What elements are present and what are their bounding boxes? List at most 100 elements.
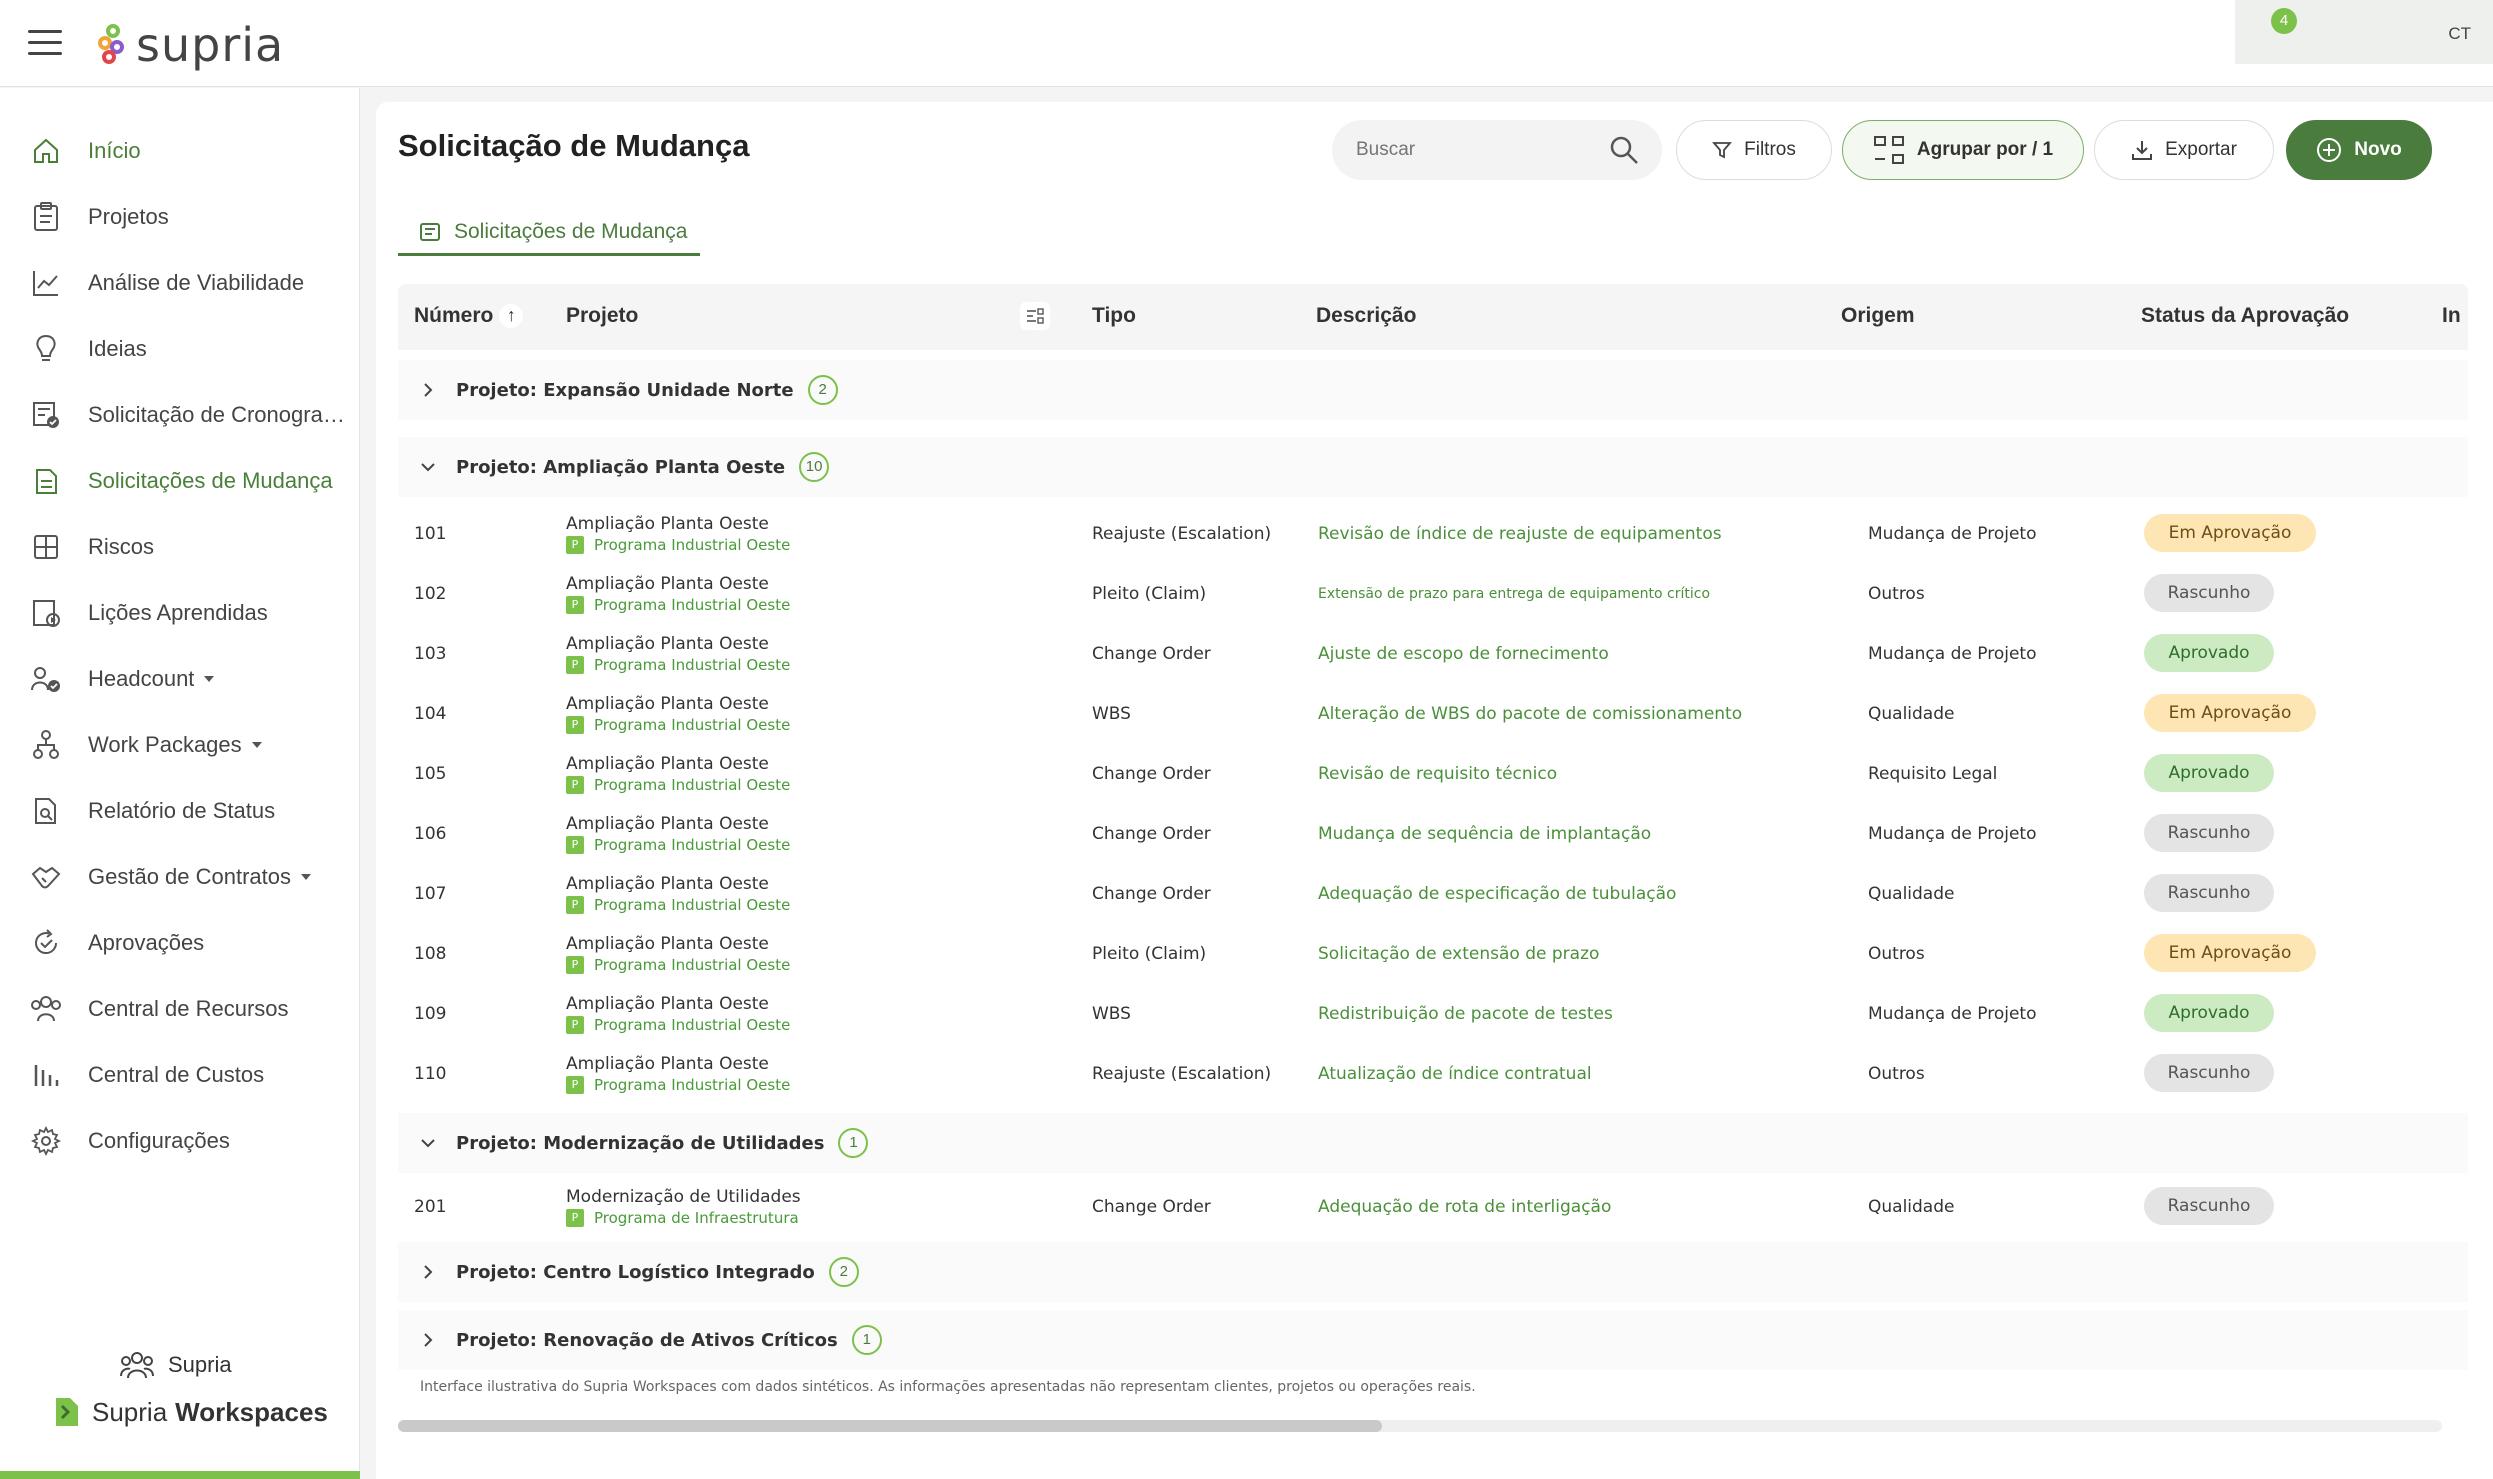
cell-projeto: Ampliação Planta Oeste P Programa Industri…	[566, 874, 790, 914]
export-button[interactable]: Exportar	[2094, 120, 2274, 180]
col-header-origem[interactable]: Origem	[1841, 304, 1915, 328]
notification-badge[interactable]: 4	[2271, 8, 2297, 34]
sidebar-item-projetos[interactable]: Projetos	[0, 189, 360, 245]
cell-tipo: Change Order	[1092, 824, 1211, 844]
search-box[interactable]	[1332, 120, 1662, 180]
sort-ascending-icon[interactable]: ↑	[499, 304, 524, 329]
chevron-down-icon[interactable]	[420, 1135, 436, 1151]
chevron-down-icon[interactable]	[251, 742, 262, 748]
table-row[interactable]: 104 Ampliação Planta Oeste P Programa Indus…	[398, 684, 2468, 744]
program-link[interactable]: Programa de Infraestrutura	[594, 1209, 799, 1227]
user-avatar[interactable]: CT	[2448, 24, 2471, 44]
cell-descricao-link[interactable]: Revisão de requisito técnico	[1318, 764, 1557, 784]
group-row[interactable]: Projeto: Renovação de Ativos Críticos 1	[398, 1310, 2468, 1370]
program-link[interactable]: Programa Industrial Oeste	[594, 536, 790, 554]
tab-change-requests[interactable]: Solicitações de Mudança	[398, 210, 700, 256]
table-row[interactable]: 107 Ampliação Planta Oeste P Programa Indus…	[398, 864, 2468, 924]
table-row[interactable]: 109 Ampliação Planta Oeste P Programa Indus…	[398, 984, 2468, 1044]
group-by-button[interactable]: Agrupar por / 1	[1842, 120, 2084, 180]
sidebar-item-central-de-custos[interactable]: Central de Custos	[0, 1047, 360, 1103]
group-row[interactable]: Projeto: Ampliação Planta Oeste 10	[398, 437, 2468, 497]
cell-tipo: Reajuste (Escalation)	[1092, 524, 1272, 544]
sidebar-item-label: Riscos	[88, 534, 155, 559]
table-row[interactable]: 108 Ampliação Planta Oeste P Programa Indus…	[398, 924, 2468, 984]
table-row[interactable]: 106 Ampliação Planta Oeste P Programa Indus…	[398, 804, 2468, 864]
table-row[interactable]: 103 Ampliação Planta Oeste P Programa Indus…	[398, 624, 2468, 684]
sidebar-item-label: Work Packages	[88, 732, 242, 757]
cell-projeto: Ampliação Planta Oeste P Programa Industri…	[566, 994, 790, 1034]
cell-descricao-link[interactable]: Atualização de índice contratual	[1318, 1064, 1592, 1084]
program-link[interactable]: Programa Industrial Oeste	[594, 956, 790, 974]
cell-projeto: Ampliação Planta Oeste P Programa Industri…	[566, 514, 790, 554]
chevron-right-icon[interactable]	[420, 1264, 436, 1280]
sidebar-item-gest-o-de-contratos[interactable]: Gestão de Contratos	[0, 849, 360, 905]
col-header-tipo[interactable]: Tipo	[1092, 304, 1136, 328]
sidebar-item-ideias[interactable]: Ideias	[0, 321, 360, 377]
group-count-badge: 1	[851, 1325, 882, 1355]
cell-descricao-link[interactable]: Extensão de prazo para entrega de equipa…	[1318, 586, 1710, 602]
app-logo[interactable]: supria	[98, 18, 284, 72]
table-row[interactable]: 102 Ampliação Planta Oeste P Programa Indus…	[398, 564, 2468, 624]
program-badge: P	[566, 1016, 584, 1034]
sidebar-item-solicita-o-de-cronograma[interactable]: Solicitação de Cronograma	[0, 387, 360, 443]
chevron-right-icon[interactable]	[420, 382, 436, 398]
cell-descricao-link[interactable]: Solicitação de extensão de prazo	[1318, 944, 1599, 964]
search-input[interactable]	[1356, 139, 1596, 161]
new-button[interactable]: Novo	[2286, 120, 2432, 180]
program-link[interactable]: Programa Industrial Oeste	[594, 1076, 790, 1094]
col-header-truncated[interactable]: In	[2442, 304, 2461, 328]
program-link[interactable]: Programa Industrial Oeste	[594, 776, 790, 794]
chevron-down-icon[interactable]	[301, 874, 312, 880]
sidebar-item-label: Configurações	[88, 1128, 230, 1153]
cell-descricao-link[interactable]: Ajuste de escopo de fornecimento	[1318, 644, 1609, 664]
sidebar-item-relat-rio-de-status[interactable]: Relatório de Status	[0, 783, 360, 839]
program-link[interactable]: Programa Industrial Oeste	[594, 836, 790, 854]
cell-descricao-link[interactable]: Alteração de WBS do pacote de comissiona…	[1318, 704, 1742, 724]
program-badge: P	[566, 716, 584, 734]
cell-descricao-link[interactable]: Redistribuição de pacote de testes	[1318, 1004, 1613, 1024]
group-row[interactable]: Projeto: Expansão Unidade Norte 2	[398, 360, 2468, 420]
sidebar-item-li-es-aprendidas[interactable]: Lições Aprendidas	[0, 585, 360, 641]
scrollbar-thumb[interactable]	[398, 1420, 1382, 1432]
sidebar-item-work-packages[interactable]: Work Packages	[0, 717, 360, 773]
chevron-right-icon[interactable]	[420, 1332, 436, 1348]
sidebar-item-in-cio[interactable]: Início	[0, 123, 360, 179]
program-link[interactable]: Programa Industrial Oeste	[594, 656, 790, 674]
org-switcher[interactable]: Supria	[120, 1350, 232, 1380]
sidebar-item-configura-es[interactable]: Configurações	[0, 1113, 360, 1169]
group-count-badge: 1	[838, 1128, 869, 1158]
sidebar-item-headcount[interactable]: Headcount	[0, 651, 360, 707]
group-row[interactable]: Projeto: Modernização de Utilidades 1	[398, 1113, 2468, 1173]
program-link[interactable]: Programa Industrial Oeste	[594, 716, 790, 734]
chevron-down-icon[interactable]	[420, 459, 436, 475]
table-row[interactable]: 105 Ampliação Planta Oeste P Programa Indus…	[398, 744, 2468, 804]
col-header-projeto[interactable]: Projeto	[566, 304, 638, 328]
sidebar-item-aprova-es[interactable]: Aprovações	[0, 915, 360, 971]
doc-search-icon	[28, 793, 64, 829]
cell-descricao-link[interactable]: Adequação de especificação de tubulação	[1318, 884, 1676, 904]
sidebar-item-riscos[interactable]: Riscos	[0, 519, 360, 575]
chevron-down-icon[interactable]	[204, 676, 215, 682]
table-row[interactable]: 110 Ampliação Planta Oeste P Programa Indus…	[398, 1044, 2468, 1104]
program-link[interactable]: Programa Industrial Oeste	[594, 596, 790, 614]
sidebar-item-solicita-es-de-mudan-a[interactable]: Solicitações de Mudança	[0, 453, 360, 509]
table-row[interactable]: 201 Modernização de Utilidades P Programa d…	[398, 1177, 2468, 1237]
cell-descricao-link[interactable]: Adequação de rota de interligação	[1318, 1197, 1611, 1217]
group-row[interactable]: Projeto: Centro Logístico Integrado 2	[398, 1242, 2468, 1302]
cell-descricao-link[interactable]: Revisão de índice de reajuste de equipam…	[1318, 524, 1722, 544]
col-header-numero[interactable]: Número ↑	[414, 304, 524, 329]
col-header-descricao[interactable]: Descrição	[1316, 304, 1416, 328]
program-link[interactable]: Programa Industrial Oeste	[594, 1016, 790, 1034]
filters-button[interactable]: Filtros	[1676, 120, 1832, 180]
col-header-status[interactable]: Status da Aprovação	[2141, 304, 2349, 328]
horizontal-scrollbar[interactable]	[398, 1420, 2442, 1432]
sidebar-item-an-lise-de-viabilidade[interactable]: Análise de Viabilidade	[0, 255, 360, 311]
table-row[interactable]: 101 Ampliação Planta Oeste P Programa Indus…	[398, 504, 2468, 564]
sidebar-item-central-de-recursos[interactable]: Central de Recursos	[0, 981, 360, 1037]
column-options-icon[interactable]	[1020, 302, 1050, 330]
search-icon[interactable]	[1608, 134, 1640, 171]
cell-descricao-link[interactable]: Mudança de sequência de implantação	[1318, 824, 1651, 844]
hamburger-menu-icon[interactable]	[28, 30, 62, 58]
program-link[interactable]: Programa Industrial Oeste	[594, 896, 790, 914]
cell-projeto: Ampliação Planta Oeste P Programa Industri…	[566, 574, 790, 614]
